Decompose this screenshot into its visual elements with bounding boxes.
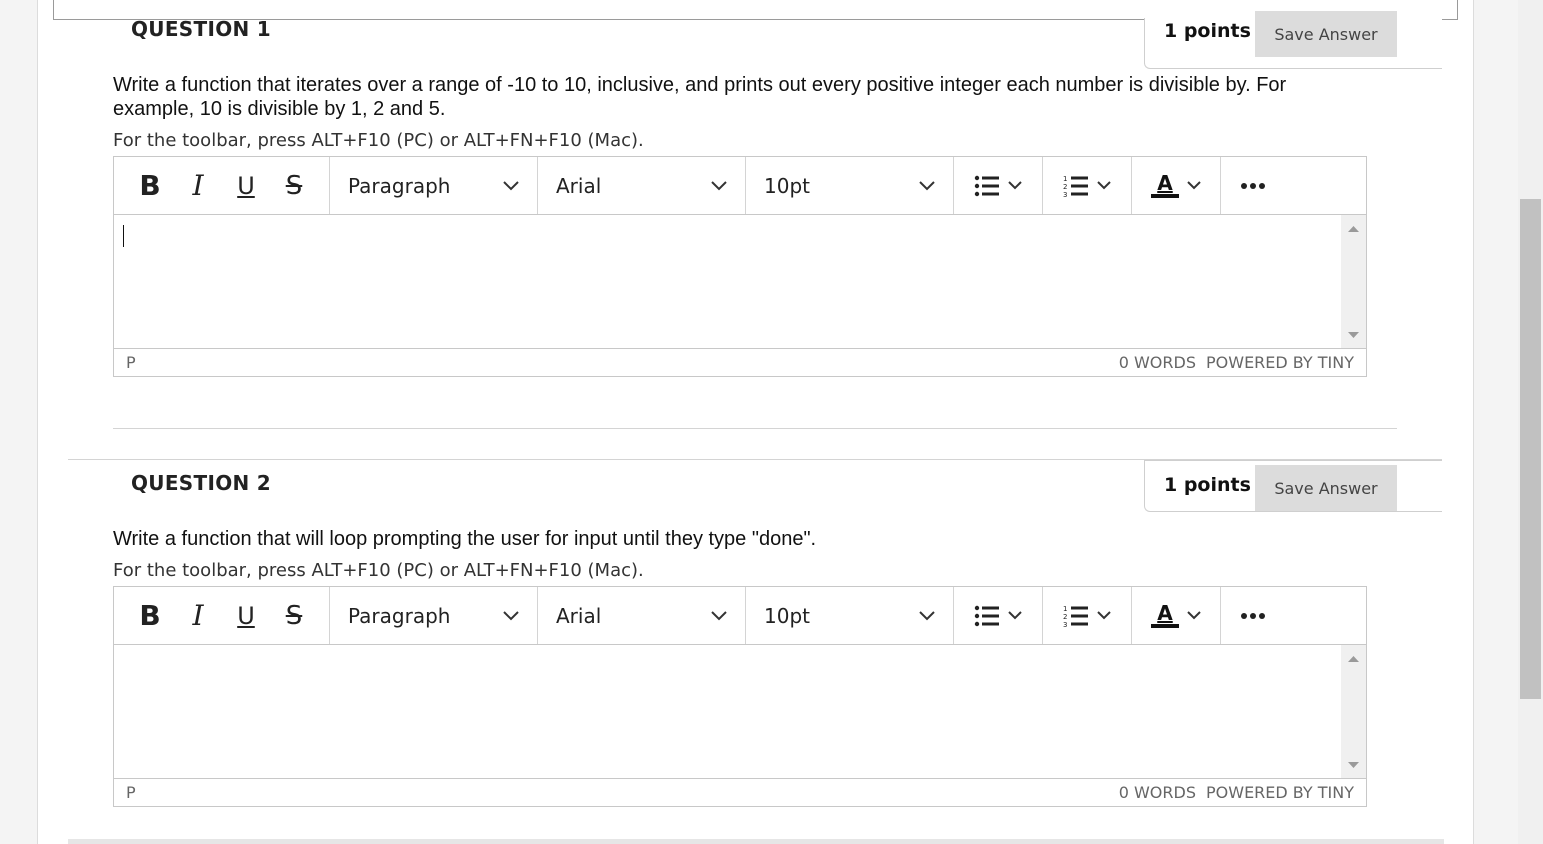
q1-rich-text-editor: B I U S Paragraph Arial 10pt 1 2 3 A P 0… — [113, 156, 1367, 377]
numbered-list-icon: 1 2 3 — [1063, 605, 1088, 629]
more-dots-icon — [1241, 612, 1265, 619]
more-dots-icon — [1241, 182, 1265, 189]
font-size-value: 10pt — [764, 173, 810, 198]
q2-save-answer-button[interactable]: Save Answer — [1255, 465, 1397, 511]
bold-icon[interactable]: B — [126, 596, 174, 636]
font-family-value: Arial — [556, 603, 602, 628]
chevron-down-icon — [503, 610, 519, 620]
svg-text:1: 1 — [1063, 605, 1067, 613]
svg-text:3: 3 — [1063, 621, 1067, 629]
powered-by-link[interactable]: POWERED BY TINY — [1206, 353, 1354, 372]
q1-toolbar-hint: For the toolbar, press ALT+F10 (PC) or A… — [113, 130, 644, 151]
q2-toolbar-hint: For the toolbar, press ALT+F10 (PC) or A… — [113, 560, 644, 581]
strikethrough-icon[interactable]: S — [270, 166, 318, 206]
bold-icon[interactable]: B — [126, 166, 174, 206]
chevron-down-icon — [919, 180, 935, 190]
word-count[interactable]: 0 WORDS — [1119, 783, 1196, 802]
italic-icon[interactable]: I — [174, 166, 222, 206]
page-scrollbar-thumb[interactable] — [1520, 199, 1541, 699]
chevron-down-icon — [503, 180, 519, 190]
q1-points: 1 points — [1164, 20, 1251, 42]
chevron-down-icon — [919, 610, 935, 620]
q2-title: QUESTION 2 — [131, 471, 272, 495]
next-question-border — [68, 839, 1444, 844]
chevron-down-icon — [1187, 181, 1201, 190]
numbered-list-icon: 1 2 3 — [1063, 175, 1088, 199]
text-color-letter: A — [1157, 171, 1173, 195]
q2-format-group: B I U S — [114, 587, 330, 644]
word-count[interactable]: 0 WORDS — [1119, 353, 1196, 372]
powered-by-link[interactable]: POWERED BY TINY — [1206, 783, 1354, 802]
q2-more-options-button[interactable] — [1221, 587, 1285, 644]
underline-icon[interactable]: U — [222, 166, 270, 206]
q2-block-format-select[interactable]: Paragraph — [330, 587, 538, 644]
q2-editor-scrollbar[interactable] — [1341, 645, 1366, 778]
block-format-value: Paragraph — [348, 173, 451, 198]
element-path[interactable]: P — [126, 353, 136, 372]
text-cursor — [123, 225, 124, 247]
svg-text:2: 2 — [1063, 613, 1067, 621]
chevron-down-icon — [1008, 611, 1022, 620]
q1-block-format-select[interactable]: Paragraph — [330, 157, 538, 214]
bullet-list-icon — [974, 175, 999, 196]
q1-save-answer-button[interactable]: Save Answer — [1255, 11, 1397, 57]
chevron-down-icon — [1097, 611, 1111, 620]
q2-rich-text-editor: B I U S Paragraph Arial 10pt 1 2 3 A P 0… — [113, 586, 1367, 807]
svg-text:2: 2 — [1063, 183, 1067, 191]
q2-numbered-list-button[interactable]: 1 2 3 — [1043, 587, 1132, 644]
scroll-arrows-icon — [1348, 656, 1359, 768]
q1-numbered-list-button[interactable]: 1 2 3 — [1043, 157, 1132, 214]
q1-font-family-select[interactable]: Arial — [538, 157, 746, 214]
text-color-icon: A — [1151, 603, 1179, 628]
chevron-down-icon — [1187, 611, 1201, 620]
chevron-down-icon — [711, 610, 727, 620]
q1-title: QUESTION 1 — [131, 17, 272, 41]
element-path[interactable]: P — [126, 783, 136, 802]
q1-editor-toolbar: B I U S Paragraph Arial 10pt 1 2 3 A — [114, 157, 1366, 215]
strikethrough-icon[interactable]: S — [270, 596, 318, 636]
q2-editor-content[interactable] — [114, 645, 1340, 778]
q2-text-color-button[interactable]: A — [1132, 587, 1221, 644]
font-family-value: Arial — [556, 173, 602, 198]
font-size-value: 10pt — [764, 603, 810, 628]
q2-editor-status-bar: P 0 WORDS POWERED BY TINY — [114, 778, 1366, 806]
chevron-down-icon — [1097, 181, 1111, 190]
underline-icon[interactable]: U — [222, 596, 270, 636]
q2-question-text: Write a function that will loop promptin… — [113, 528, 817, 550]
q2-points: 1 points — [1164, 474, 1251, 496]
q1-editor-scrollbar[interactable] — [1341, 215, 1366, 348]
italic-icon[interactable]: I — [174, 596, 222, 636]
q1-format-group: B I U S — [114, 157, 330, 214]
block-format-value: Paragraph — [348, 603, 451, 628]
q1-bullet-list-button[interactable] — [954, 157, 1043, 214]
q1-editor-content[interactable] — [114, 215, 1340, 348]
text-color-letter: A — [1157, 601, 1173, 625]
svg-text:1: 1 — [1063, 175, 1067, 183]
chevron-down-icon — [711, 180, 727, 190]
q1-editor-status-bar: P 0 WORDS POWERED BY TINY — [114, 348, 1366, 376]
question-divider — [113, 428, 1397, 429]
chevron-down-icon — [1008, 181, 1022, 190]
text-color-icon: A — [1151, 173, 1179, 198]
q2-bullet-list-button[interactable] — [954, 587, 1043, 644]
q2-editor-toolbar: B I U S Paragraph Arial 10pt 1 2 3 A — [114, 587, 1366, 645]
svg-text:3: 3 — [1063, 191, 1067, 199]
q1-more-options-button[interactable] — [1221, 157, 1285, 214]
q1-question-text: Write a function that iterates over a ra… — [113, 74, 1287, 120]
q2-font-family-select[interactable]: Arial — [538, 587, 746, 644]
q2-font-size-select[interactable]: 10pt — [746, 587, 954, 644]
q1-text-color-button[interactable]: A — [1132, 157, 1221, 214]
scroll-arrows-icon — [1348, 226, 1359, 338]
q1-font-size-select[interactable]: 10pt — [746, 157, 954, 214]
bullet-list-icon — [974, 605, 999, 626]
